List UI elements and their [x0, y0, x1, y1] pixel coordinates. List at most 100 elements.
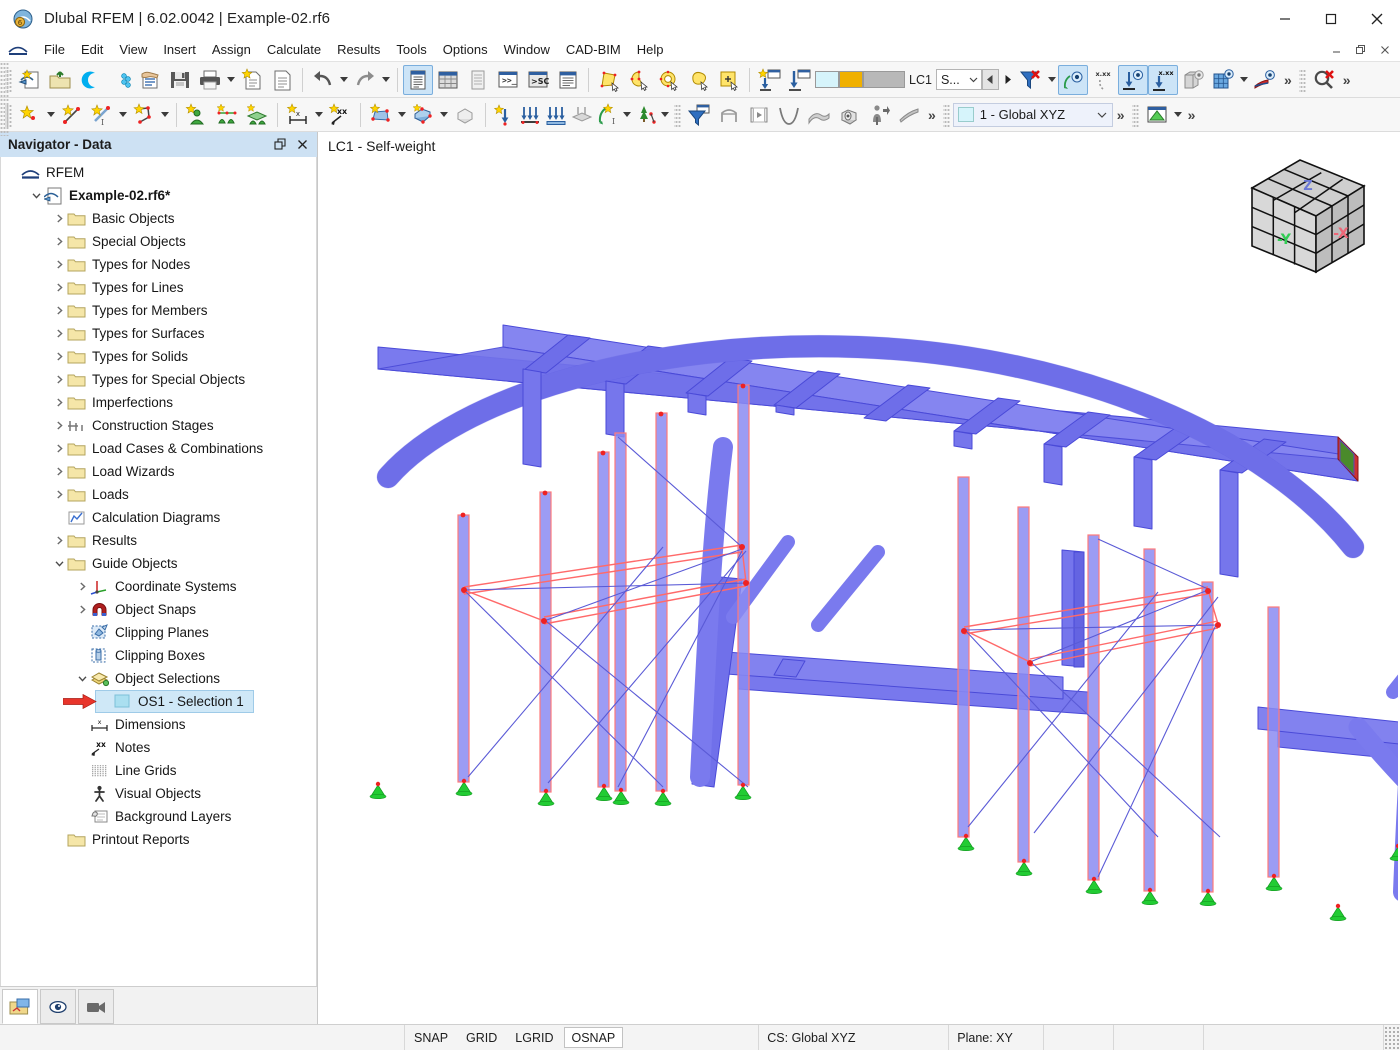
- tree-item-visual-objects[interactable]: Visual Objects: [1, 782, 316, 805]
- chevron-right-icon[interactable]: [51, 208, 67, 230]
- next-load-case-button[interactable]: [998, 69, 1016, 90]
- toolbar-grip[interactable]: [1131, 102, 1139, 127]
- chevron-right-icon[interactable]: [51, 231, 67, 253]
- new-surface-support-button[interactable]: [242, 100, 272, 130]
- solid-dropdown-arrow[interactable]: [438, 100, 450, 130]
- chevron-right-icon[interactable]: [51, 277, 67, 299]
- tree-item-printout-reports[interactable]: Printout Reports: [1, 828, 316, 851]
- open-folder-button[interactable]: [45, 65, 75, 95]
- new-surface-load-button[interactable]: [569, 100, 595, 130]
- print-dropdown-arrow[interactable]: [225, 65, 237, 95]
- console-button[interactable]: >>_: [493, 65, 523, 95]
- tree-item-object-selections[interactable]: Object Selections: [1, 667, 316, 690]
- toolbar2-overflow-button-3[interactable]: »: [1184, 107, 1200, 123]
- script-button[interactable]: >SC: [523, 65, 553, 95]
- show-numbering-button[interactable]: [1057, 64, 1088, 95]
- new-free-load-button[interactable]: I: [595, 100, 621, 130]
- new-dimension-button[interactable]: x: [283, 100, 313, 130]
- tree-item-example-02-rf6[interactable]: Example-02.rf6*: [1, 184, 316, 207]
- model-viewport[interactable]: LC1 - Self-weight Z -Y -X: [318, 132, 1400, 1024]
- navigator-undock-button[interactable]: [269, 134, 291, 156]
- chevron-right-icon[interactable]: [51, 530, 67, 552]
- deselect-button[interactable]: [684, 65, 714, 95]
- chevron-right-icon[interactable]: [74, 599, 90, 621]
- tree-item-load-cases-combinations[interactable]: Load Cases & Combinations: [1, 437, 316, 460]
- status-toggle-snap[interactable]: SNAP: [406, 1027, 456, 1048]
- show-supports-button[interactable]: [1117, 64, 1148, 95]
- tree-item-types-for-nodes[interactable]: Types for Nodes: [1, 253, 316, 276]
- dlubal-center-button[interactable]: [75, 65, 105, 95]
- polyline-dropdown-arrow[interactable]: [159, 100, 171, 130]
- new-report-button[interactable]: [237, 65, 267, 95]
- status-resize-grip[interactable]: [1384, 1025, 1400, 1050]
- new-line-button[interactable]: [57, 100, 87, 130]
- menu-results[interactable]: Results: [329, 38, 388, 61]
- menu-edit[interactable]: Edit: [73, 38, 111, 61]
- tree-item-types-for-members[interactable]: Types for Members: [1, 299, 316, 322]
- tree-item-notes[interactable]: xx Notes: [1, 736, 316, 759]
- imperfection-dropdown-arrow[interactable]: [659, 100, 671, 130]
- new-load-case-button[interactable]: [755, 65, 785, 95]
- toolbar-grip[interactable]: [5, 102, 12, 127]
- status-toggle-grid[interactable]: GRID: [458, 1027, 505, 1048]
- menu-assign[interactable]: Assign: [204, 38, 259, 61]
- tree-item-clipping-boxes[interactable]: Clipping Boxes: [1, 644, 316, 667]
- tree-item-basic-objects[interactable]: Basic Objects: [1, 207, 316, 230]
- navigator-tab-data[interactable]: [2, 989, 38, 1024]
- toolbar-grip[interactable]: [674, 102, 681, 127]
- show-solids-button[interactable]: [1178, 65, 1208, 95]
- chevron-down-icon[interactable]: [74, 668, 90, 690]
- chevron-right-icon[interactable]: [51, 369, 67, 391]
- tree-item-results[interactable]: Results: [1, 529, 316, 552]
- redo-button[interactable]: [350, 65, 380, 95]
- toolbar2-overflow-button[interactable]: »: [924, 107, 940, 123]
- slab-results-button[interactable]: [894, 100, 924, 130]
- tree-item-line-grids[interactable]: Line Grids: [1, 759, 316, 782]
- select-lasso-button[interactable]: [624, 65, 654, 95]
- new-line-type-button[interactable]: I: [87, 100, 117, 130]
- close-button[interactable]: [1354, 0, 1400, 38]
- new-node-button[interactable]: [15, 100, 45, 130]
- menu-insert[interactable]: Insert: [155, 38, 204, 61]
- filter-dropdown-arrow[interactable]: [1046, 65, 1058, 95]
- chevron-right-icon[interactable]: [51, 300, 67, 322]
- toolbar-grip[interactable]: [942, 102, 950, 127]
- print-button[interactable]: [195, 65, 225, 95]
- filter-off-button[interactable]: [1016, 65, 1046, 95]
- undo-button[interactable]: [308, 65, 338, 95]
- navigator-table-button[interactable]: [403, 64, 433, 95]
- menu-file[interactable]: File: [36, 38, 73, 61]
- tree-item-guide-objects[interactable]: Guide Objects: [1, 552, 316, 575]
- detail-table-button[interactable]: [553, 65, 583, 95]
- mdi-close-button[interactable]: [1374, 39, 1396, 61]
- menu-tools[interactable]: Tools: [388, 38, 434, 61]
- status-toggle-lgrid[interactable]: LGRID: [507, 1027, 561, 1048]
- dimension-dropdown-arrow[interactable]: [313, 100, 325, 130]
- navigator-close-button[interactable]: [291, 134, 313, 156]
- chevron-right-icon[interactable]: [51, 346, 67, 368]
- toolbar-grip[interactable]: [5, 67, 12, 92]
- deformation-button[interactable]: [774, 100, 804, 130]
- toolbar-overflow-button-2[interactable]: »: [1339, 72, 1355, 88]
- tree-item-imperfections[interactable]: Imperfections: [1, 391, 316, 414]
- maximize-button[interactable]: [1308, 0, 1354, 38]
- show-results-button[interactable]: [1250, 65, 1280, 95]
- tree-item-dimensions[interactable]: x Dimensions: [1, 713, 316, 736]
- line-type-dropdown-arrow[interactable]: [117, 100, 129, 130]
- navigator-tree[interactable]: RFEM Example-02.rf6* Basic Objects Special …: [0, 157, 317, 986]
- surface-results-button[interactable]: [804, 100, 834, 130]
- chevron-right-icon[interactable]: [51, 484, 67, 506]
- new-nodal-support-button[interactable]: [182, 100, 212, 130]
- redo-dropdown-arrow[interactable]: [380, 65, 392, 95]
- undo-dropdown-arrow[interactable]: [338, 65, 350, 95]
- menu-cad-bim[interactable]: CAD-BIM: [558, 38, 629, 61]
- new-note-button[interactable]: xx: [325, 100, 355, 130]
- render-filter-button[interactable]: [684, 100, 714, 130]
- tree-item-types-for-lines[interactable]: Types for Lines: [1, 276, 316, 299]
- tree-item-os1-selection-1[interactable]: OS1 - Selection 1: [1, 690, 316, 713]
- tree-item-loads[interactable]: Loads: [1, 483, 316, 506]
- chevron-right-icon[interactable]: [74, 576, 90, 598]
- save-button[interactable]: [165, 65, 195, 95]
- select-circle-button[interactable]: [654, 65, 684, 95]
- chevron-right-icon[interactable]: [51, 254, 67, 276]
